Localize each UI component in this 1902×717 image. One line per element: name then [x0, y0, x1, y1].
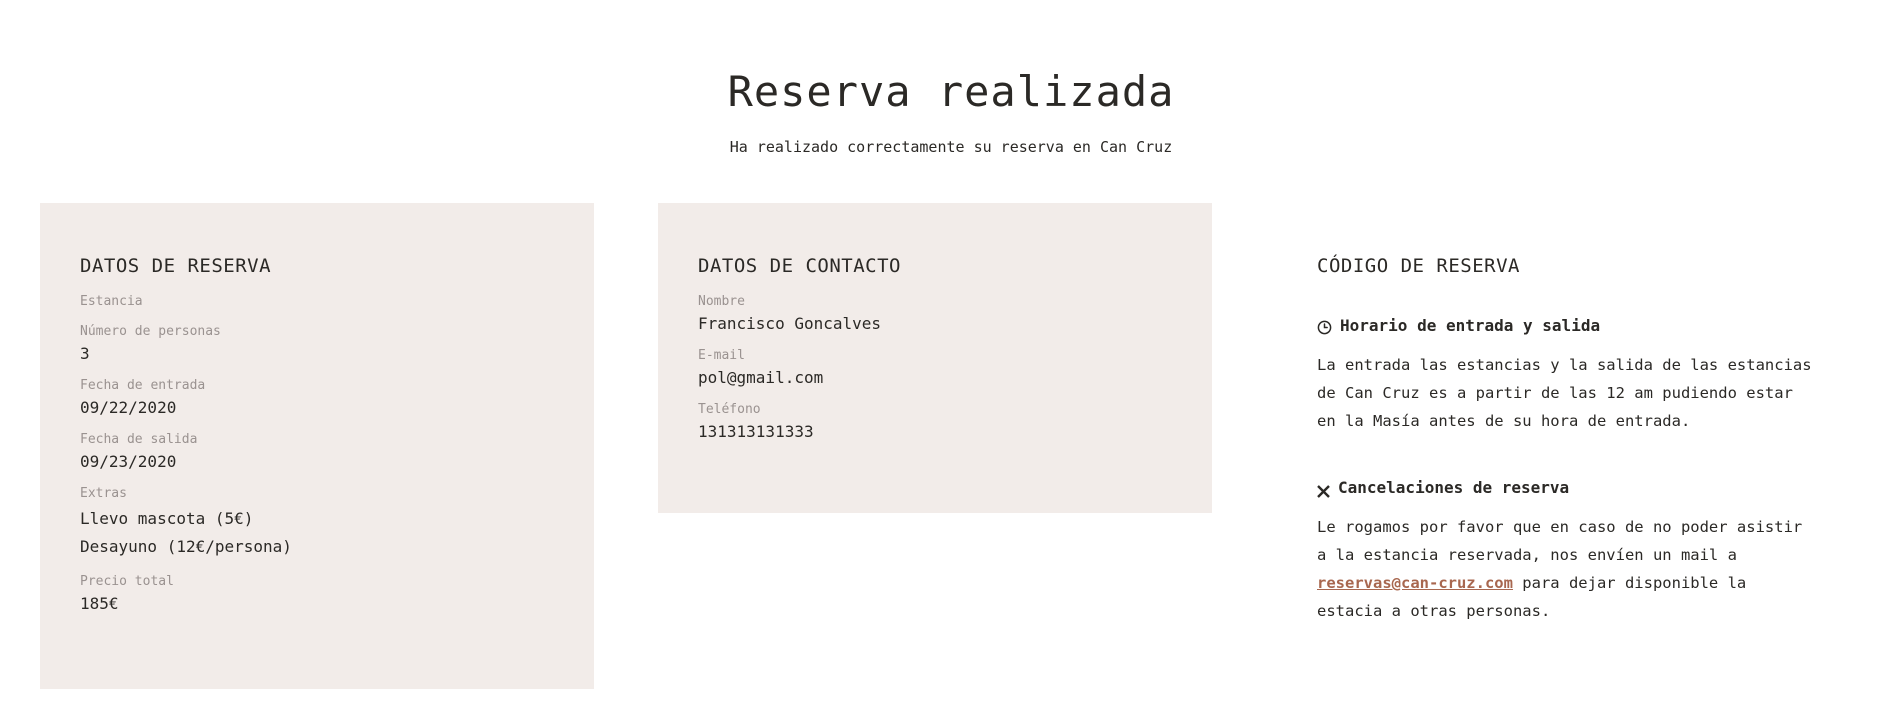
- name-field: Nombre Francisco Goncalves: [698, 293, 1172, 335]
- extras-label: Extras: [80, 486, 127, 501]
- guests-value: 3: [80, 344, 90, 363]
- email-label: E-mail: [698, 348, 745, 363]
- reservation-details-card: DATOS DE RESERVA Estancia Número de pers…: [40, 203, 594, 689]
- reservations-email-link[interactable]: reservas@can-cruz.com: [1317, 574, 1513, 592]
- reservation-code-section: CÓDIGO DE RESERVA Horario de entrada y s…: [1277, 203, 1857, 665]
- phone-label: Teléfono: [698, 402, 761, 417]
- stay-label: Estancia: [80, 294, 143, 309]
- total-price-label: Precio total: [80, 574, 174, 589]
- page-header: Reserva realizada Ha realizado correctam…: [0, 64, 1902, 158]
- checkout-label: Fecha de salida: [80, 432, 198, 447]
- name-label: Nombre: [698, 294, 745, 309]
- extras-item: Llevo mascota (5€): [80, 509, 254, 528]
- checkin-field: Fecha de entrada 09/22/2020: [80, 377, 554, 419]
- contact-details-card: DATOS DE CONTACTO Nombre Francisco Gonca…: [658, 203, 1212, 513]
- checkout-value: 09/23/2020: [80, 452, 177, 471]
- reservation-code-title: CÓDIGO DE RESERVA: [1317, 255, 1520, 277]
- extras-item: Desayuno (12€/persona): [80, 537, 292, 556]
- page-title: Reserva realizada: [727, 67, 1175, 116]
- total-price-value: 185€: [80, 594, 119, 613]
- checkout-field: Fecha de salida 09/23/2020: [80, 431, 554, 473]
- close-icon: [1317, 482, 1330, 498]
- reservation-details-title: DATOS DE RESERVA: [80, 255, 272, 277]
- email-value: pol@gmail.com: [698, 368, 824, 387]
- phone-value: 131313131333: [698, 422, 814, 441]
- stay-field: Estancia: [80, 293, 554, 311]
- guests-field: Número de personas 3: [80, 323, 554, 365]
- cancellation-text: Le rogamos por favor que en caso de no p…: [1317, 513, 1817, 625]
- name-value: Francisco Goncalves: [698, 314, 882, 333]
- extras-field: Extras Llevo mascota (5€) Desayuno (12€/…: [80, 485, 554, 561]
- cancellation-text-before: Le rogamos por favor que en caso de no p…: [1317, 518, 1803, 564]
- phone-field: Teléfono 131313131333: [698, 401, 1172, 443]
- total-price-field: Precio total 185€: [80, 573, 554, 615]
- extras-list: Llevo mascota (5€) Desayuno (12€/persona…: [80, 505, 554, 561]
- email-field: E-mail pol@gmail.com: [698, 347, 1172, 389]
- checkin-checkout-title: Horario de entrada y salida: [1340, 316, 1601, 335]
- cancellation-title: Cancelaciones de reserva: [1338, 478, 1570, 497]
- confirmation-page: Reserva realizada Ha realizado correctam…: [0, 0, 1902, 717]
- page-subtitle: Ha realizado correctamente su reserva en…: [729, 138, 1173, 156]
- checkin-checkout-heading: Horario de entrada y salida: [1317, 315, 1817, 337]
- checkin-label: Fecha de entrada: [80, 378, 206, 393]
- contact-details-title: DATOS DE CONTACTO: [698, 255, 901, 277]
- clock-icon: [1317, 319, 1332, 334]
- checkin-value: 09/22/2020: [80, 398, 177, 417]
- checkin-checkout-text: La entrada las estancias y la salida de …: [1317, 356, 1812, 430]
- cancellation-heading: Cancelaciones de reserva: [1317, 477, 1817, 499]
- guests-label: Número de personas: [80, 324, 221, 339]
